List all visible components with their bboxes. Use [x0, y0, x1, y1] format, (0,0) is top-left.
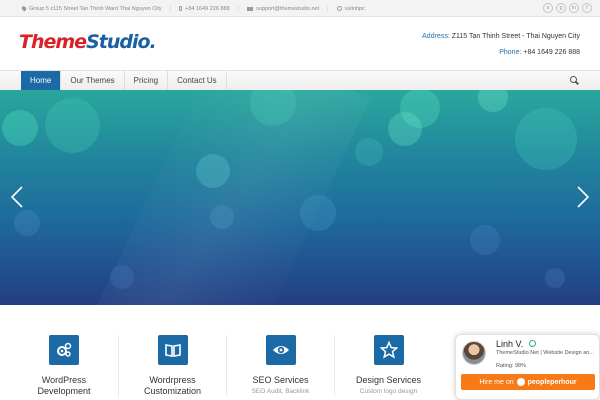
service-wordpress-customization[interactable]: Wordrpress Customization [118, 335, 226, 397]
nav-item-home[interactable]: Home [21, 71, 62, 90]
bokeh-circle [545, 268, 565, 288]
bokeh-circle [110, 265, 134, 289]
freelancer-name: Linh V. [496, 339, 524, 349]
star-icon [373, 335, 404, 365]
verified-badge-icon [529, 340, 536, 347]
eye-icon [265, 335, 296, 365]
bokeh-circle [210, 205, 234, 229]
gears-icon [49, 335, 79, 365]
service-desc: SEO Audit, Backlink [251, 388, 310, 395]
peopleperhour-logo-icon [516, 378, 525, 386]
freelancer-subtitle: ThemeStudio.Net | Website Design an... [496, 350, 594, 356]
facebook-social-icon[interactable]: f [582, 3, 592, 13]
service-title: SEO Services [252, 375, 309, 385]
nav-menu: Home Our Themes Pricing Contact Us [21, 71, 227, 90]
phone-icon [179, 6, 183, 11]
slider-next-arrow[interactable] [572, 186, 592, 208]
avatar [462, 341, 486, 365]
bokeh-circle [515, 108, 577, 170]
main-nav: Home Our Themes Pricing Contact Us [0, 70, 600, 90]
bokeh-circle [14, 210, 40, 236]
envelope-icon [247, 6, 254, 11]
divider: | [169, 5, 172, 12]
bokeh-circle [45, 98, 100, 153]
address-info: Group 5 z115 Street Tan Thinh Ward Thai … [20, 5, 162, 12]
service-design-services[interactable]: Design Services Custom logo design [334, 335, 442, 395]
hire-me-button[interactable]: Hire me on peopleperhour [461, 374, 595, 390]
phone-info: +84 1649 226 888 [179, 6, 230, 12]
service-desc: Custom logo design [359, 388, 418, 395]
social-links: s g in f [543, 3, 592, 13]
skype-icon [336, 6, 342, 11]
bokeh-circle [196, 154, 230, 188]
book-icon [157, 335, 188, 365]
contact-info: Group 5 z115 Street Tan Thinh Ward Thai … [20, 0, 365, 17]
service-seo-services[interactable]: SEO Services SEO Audit, Backlink [226, 335, 334, 395]
skype-social-icon[interactable]: s [543, 3, 553, 13]
site-logo[interactable]: ThemeStudio. [19, 31, 157, 53]
google-plus-social-icon[interactable]: g [556, 3, 566, 13]
freelancer-rating: Rating: 98% [496, 363, 526, 369]
map-pin-icon [20, 5, 28, 12]
nav-item-our-themes[interactable]: Our Themes [61, 71, 125, 90]
hero-slider [0, 90, 600, 305]
service-title: WordPress Development [37, 375, 91, 396]
bokeh-circle [300, 195, 336, 231]
service-wordpress-development[interactable]: WordPress Development [10, 335, 118, 397]
nav-item-pricing[interactable]: Pricing [125, 71, 169, 90]
header-address: Address: Z115 Tan Thinh Street - Thai Ng… [422, 33, 580, 40]
bokeh-circle [478, 90, 508, 112]
header-phone: Phone: +84 1649 226 888 [499, 49, 580, 56]
slider-prev-arrow[interactable] [8, 186, 28, 208]
divider: | [237, 5, 240, 12]
hire-widget[interactable]: Linh V. ThemeStudio.Net | Website Design… [455, 334, 600, 400]
bokeh-circle [2, 110, 38, 146]
skype-info[interactable]: vulinhpc [336, 6, 365, 12]
search-icon[interactable] [570, 76, 579, 85]
service-title: Wordrpress Customization [143, 375, 202, 396]
bokeh-circle [355, 138, 383, 166]
email-info[interactable]: support@themestudio.net [247, 6, 319, 12]
bokeh-circle [470, 225, 500, 255]
divider: | [327, 5, 329, 12]
nav-item-contact-us[interactable]: Contact Us [168, 71, 227, 90]
linkedin-social-icon[interactable]: in [569, 3, 579, 13]
bokeh-circle [388, 112, 422, 146]
top-bar: Group 5 z115 Street Tan Thinh Ward Thai … [0, 0, 600, 17]
service-title: Design Services [355, 375, 422, 385]
